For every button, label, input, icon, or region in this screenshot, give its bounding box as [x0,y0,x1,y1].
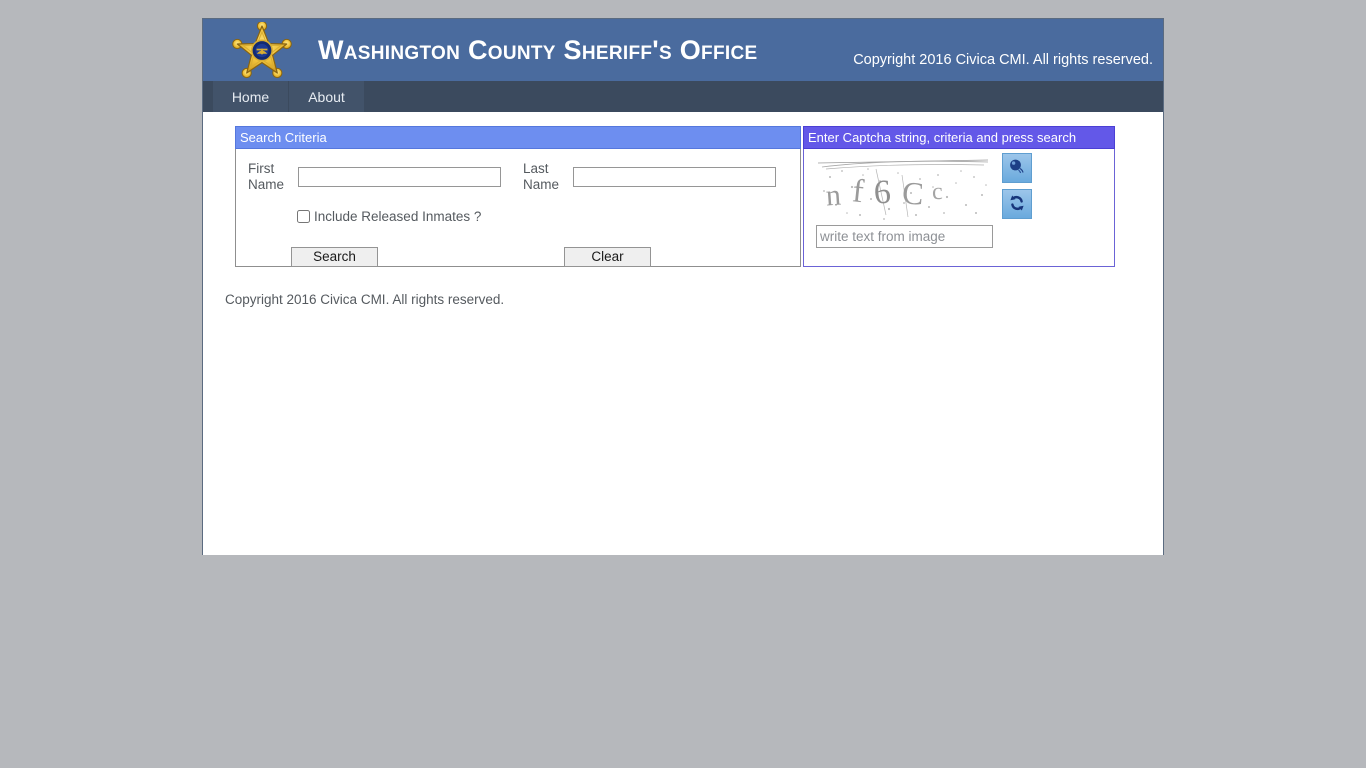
page-container: Washington County Sheriff's Office Copyr… [202,18,1164,555]
include-released-inmates-row: Include Released Inmates ? [297,209,481,224]
first-name-input[interactable] [298,167,501,187]
speaker-audio-icon [1007,157,1027,180]
last-name-label: Last Name [523,161,569,193]
include-released-inmates-label: Include Released Inmates ? [314,209,482,224]
svg-text:c: c [932,179,944,205]
captcha-panel-title: Enter Captcha string, criteria and press… [803,126,1115,149]
main-navigation: Home About [203,81,1163,112]
footer-copyright: Copyright 2016 Civica CMI. All rights re… [225,292,505,307]
svg-text:C: C [901,174,925,211]
last-name-input[interactable] [573,167,776,187]
header-copyright: Copyright 2016 Civica CMI. All rights re… [853,52,1153,68]
content-area: Search Criteria First Name Last Name Inc… [203,112,1163,555]
nav-item-about-label: About [308,88,345,105]
sheriff-star-badge-icon [226,20,298,80]
refresh-icon [1007,193,1027,216]
search-criteria-panel-body: First Name Last Name Include Released In… [235,149,801,267]
last-name-label-line2: Name [523,177,560,192]
first-name-label-line1: First [248,161,275,176]
svg-text:6: 6 [873,174,892,212]
captcha-panel: Enter Captcha string, criteria and press… [803,126,1115,267]
svg-text:n: n [825,179,842,213]
page-title: Washington County Sheriff's Office [318,35,758,65]
nav-item-home-label: Home [231,88,270,105]
captcha-audio-button[interactable] [1002,153,1032,183]
panels-row: Search Criteria First Name Last Name Inc… [235,126,1115,267]
include-released-inmates-checkbox[interactable] [297,210,310,223]
nav-item-home[interactable]: Home [213,81,289,112]
search-buttons-row: Search Clear [291,247,791,267]
first-name-label: First Name [248,161,294,193]
first-name-label-line2: Name [248,177,285,192]
search-criteria-panel: Search Criteria First Name Last Name Inc… [235,126,801,267]
search-criteria-panel-title: Search Criteria [235,126,801,149]
search-button[interactable]: Search [291,247,378,267]
site-header: Washington County Sheriff's Office Copyr… [203,19,1163,81]
captcha-refresh-button[interactable] [1002,189,1032,219]
captcha-panel-body: n f 6 C c [803,149,1115,267]
nav-item-about[interactable]: About [289,81,365,112]
last-name-label-line1: Last [523,161,549,176]
clear-button[interactable]: Clear [564,247,651,267]
captcha-input[interactable] [816,225,993,248]
captcha-image: n f 6 C c [816,157,990,223]
name-fields-row: First Name Last Name [248,161,776,193]
